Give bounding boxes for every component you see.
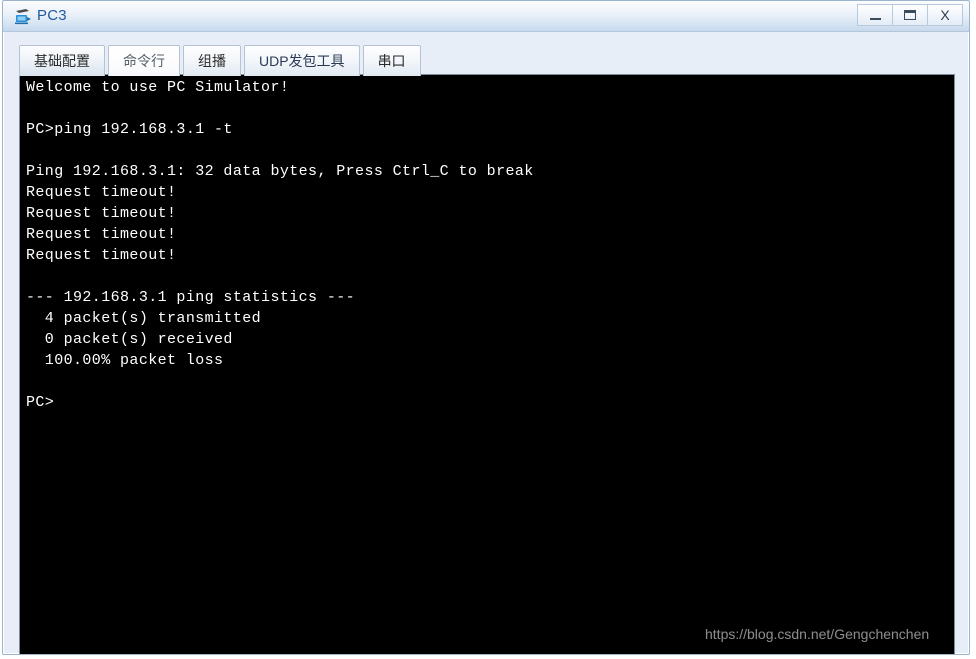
- tab-command-line[interactable]: 命令行: [108, 45, 180, 76]
- tab-udp-tool[interactable]: UDP发包工具: [244, 45, 360, 76]
- tab-serial-port-label: 串口: [377, 53, 406, 69]
- tab-udp-tool-label: UDP发包工具: [259, 53, 345, 69]
- pc-simulator-window: PC3 X 基础配置 命令行 组播 UDP发包工具 串口 Welcome to …: [2, 0, 970, 655]
- tab-multicast[interactable]: 组播: [183, 45, 241, 76]
- close-icon: X: [940, 7, 950, 23]
- tab-basic-config-label: 基础配置: [34, 53, 90, 69]
- tab-serial-port[interactable]: 串口: [362, 45, 421, 76]
- pc-device-icon: [13, 6, 33, 26]
- tab-multicast-label: 组播: [198, 53, 226, 69]
- window-title: PC3: [37, 7, 67, 24]
- terminal-console[interactable]: Welcome to use PC Simulator! PC>ping 192…: [19, 74, 955, 654]
- window-controls: X: [857, 4, 963, 26]
- maximize-icon: [904, 10, 916, 20]
- tab-strip: 基础配置 命令行 组播 UDP发包工具 串口: [19, 44, 424, 76]
- minimize-icon: [869, 17, 881, 20]
- minimize-button[interactable]: [857, 4, 893, 26]
- maximize-button[interactable]: [892, 4, 928, 26]
- tab-basic-config[interactable]: 基础配置: [19, 45, 105, 76]
- terminal-output: Welcome to use PC Simulator! PC>ping 192…: [26, 79, 534, 411]
- close-button[interactable]: X: [927, 4, 963, 26]
- tab-command-line-label: 命令行: [123, 53, 165, 69]
- title-bar[interactable]: PC3 X: [3, 1, 969, 32]
